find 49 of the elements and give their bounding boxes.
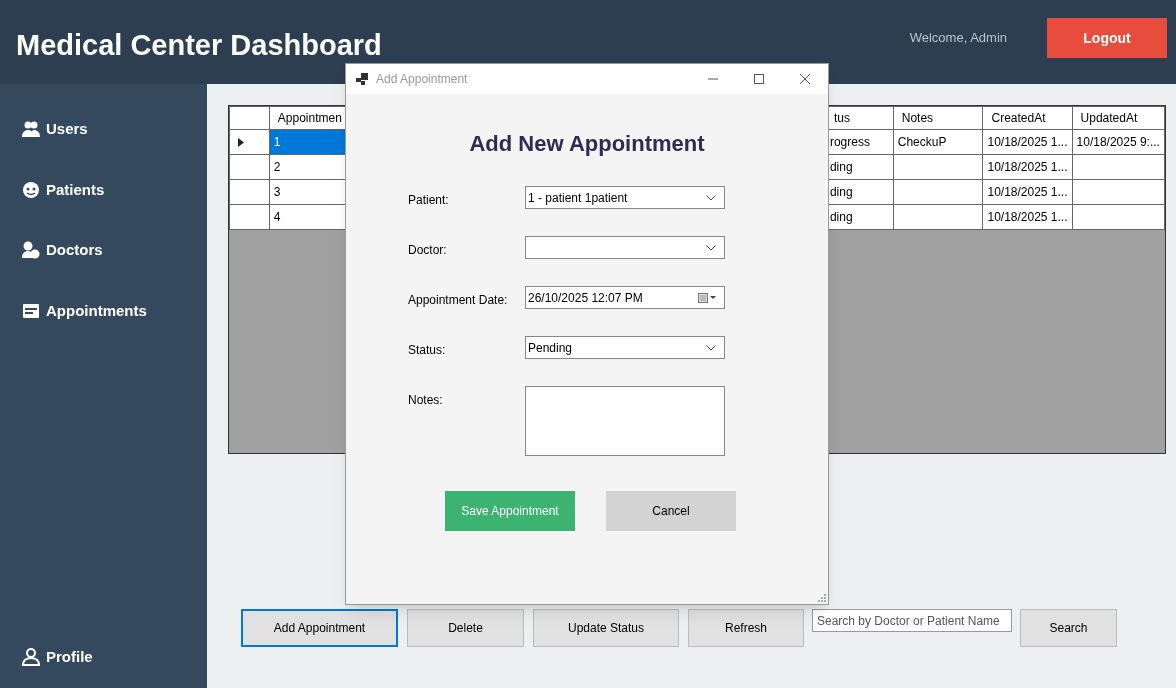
list-card-icon <box>22 301 40 320</box>
dialog-title: Add Appointment <box>376 71 469 88</box>
users-icon <box>22 120 40 139</box>
chevron-down-icon <box>706 244 716 251</box>
table-cell: 10/18/2025 1... <box>982 154 1073 180</box>
column-header[interactable]: UpdatedAt <box>1072 106 1165 130</box>
sidebar-item[interactable]: Profile <box>22 645 93 668</box>
maximize-icon <box>754 74 764 84</box>
column-header[interactable]: CreatedAt <box>982 106 1073 130</box>
dialog-heading: Add New Appointment <box>468 130 706 158</box>
sidebar-item[interactable]: Appointments <box>22 299 207 322</box>
action-button[interactable]: Refresh <box>688 609 804 647</box>
field-label: Status: <box>408 342 447 359</box>
app-title: Medical Center Dashboard <box>16 28 383 64</box>
search-field[interactable]: Search by Doctor or Patient Name <box>812 609 1012 632</box>
action-button[interactable]: Add Appointment <box>241 609 398 647</box>
field-label: Doctor: <box>408 242 448 259</box>
field-label: Appointment Date: <box>408 292 509 309</box>
table-cell: CheckuP <box>893 129 983 155</box>
action-button[interactable]: Delete <box>407 609 524 647</box>
table-cell: 10/18/2025 1... <box>982 204 1073 230</box>
person-icon <box>22 647 40 666</box>
search-button[interactable]: Search <box>1020 609 1117 647</box>
chevron-down-icon <box>706 344 716 351</box>
dropdown[interactable]: Pending <box>525 336 725 359</box>
sidebar-item[interactable]: Users <box>22 118 207 141</box>
cancel-button[interactable]: Cancel <box>606 491 736 531</box>
people-icon <box>22 241 40 260</box>
calendar-icon <box>698 292 716 303</box>
table-cell: 10/18/2025 1... <box>982 129 1073 155</box>
dropdown[interactable]: 1 - patient 1patient <box>525 186 725 209</box>
close-icon <box>800 74 810 84</box>
face-icon <box>22 180 40 199</box>
field-label: Patient: <box>408 192 450 209</box>
resize-grip-icon <box>818 594 826 602</box>
column-header[interactable]: Notes <box>893 106 983 130</box>
sidebar-item[interactable]: Doctors <box>22 239 207 262</box>
chevron-down-icon <box>706 194 716 201</box>
date-picker[interactable]: 26/10/2025 12:07 PM <box>525 286 725 309</box>
sidebar-item[interactable]: Patients <box>22 178 207 201</box>
table-cell: 10/18/2025 9:... <box>1072 129 1165 155</box>
field-label: Notes: <box>408 392 444 409</box>
action-button[interactable]: Update Status <box>533 609 679 647</box>
logout-button[interactable]: Logout <box>1047 18 1167 58</box>
app-window-icon <box>356 73 368 85</box>
table-cell: 10/18/2025 1... <box>982 179 1073 205</box>
notes-field[interactable] <box>525 386 725 456</box>
welcome-text: Welcome, Admin <box>909 29 1007 48</box>
dropdown[interactable] <box>525 236 725 259</box>
